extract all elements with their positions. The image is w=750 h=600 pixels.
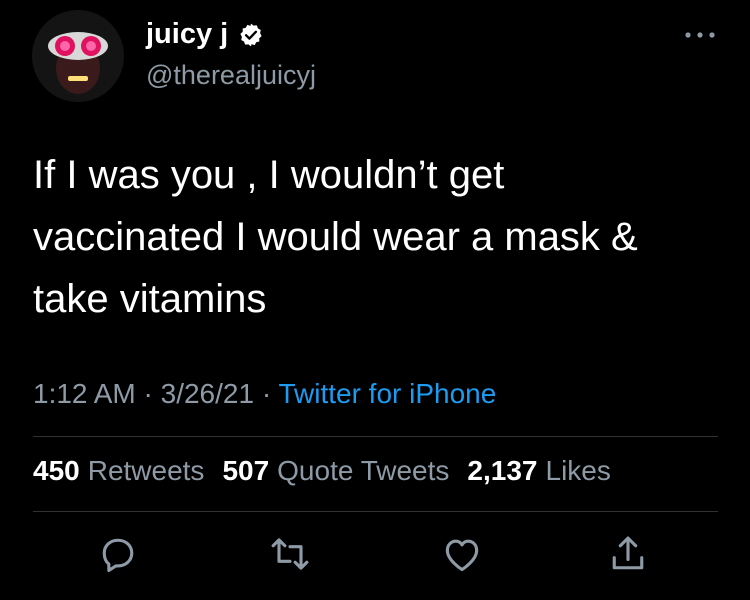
tweet-text: If I was you , I wouldn’t get vaccinated…: [33, 153, 638, 321]
retweets-label: Retweets: [87, 455, 205, 486]
likes-label: Likes: [545, 455, 611, 486]
tweet-time[interactable]: 1:12 AM: [33, 378, 136, 409]
divider: [33, 511, 718, 512]
more-options-icon[interactable]: [680, 25, 720, 45]
quote-tweets-stat[interactable]: 507 Quote Tweets: [222, 455, 449, 487]
likes-stat[interactable]: 2,137 Likes: [467, 455, 610, 487]
avatar[interactable]: [32, 10, 124, 102]
user-handle[interactable]: @therealjuicyj: [146, 60, 316, 91]
quote-tweets-label: Quote Tweets: [277, 455, 450, 486]
retweets-count: 450: [33, 455, 80, 486]
quote-tweets-count: 507: [222, 455, 270, 486]
likes-count: 2,137: [467, 455, 538, 486]
tweet-source-link[interactable]: Twitter for iPhone: [278, 378, 496, 409]
reply-icon[interactable]: [96, 532, 140, 576]
meta-separator: ·: [135, 378, 161, 409]
meta-separator: ·: [254, 378, 279, 409]
divider: [33, 436, 718, 437]
display-name[interactable]: juicy j: [146, 18, 264, 51]
retweet-icon[interactable]: [268, 532, 312, 576]
like-icon[interactable]: [440, 532, 484, 576]
display-name-text: juicy j: [146, 18, 229, 50]
retweets-stat[interactable]: 450 Retweets: [33, 455, 204, 487]
tweet-detail: juicy j @therealjuicyj If I was you , I …: [0, 0, 750, 600]
tweet-date[interactable]: 3/26/21: [161, 378, 254, 409]
verified-badge-icon: [238, 22, 264, 48]
share-icon[interactable]: [606, 532, 650, 576]
tweet-meta: 1:12 AM · 3/26/21 · Twitter for iPhone: [33, 378, 496, 410]
tweet-stats: 450 Retweets 507 Quote Tweets 2,137 Likes: [33, 455, 611, 487]
